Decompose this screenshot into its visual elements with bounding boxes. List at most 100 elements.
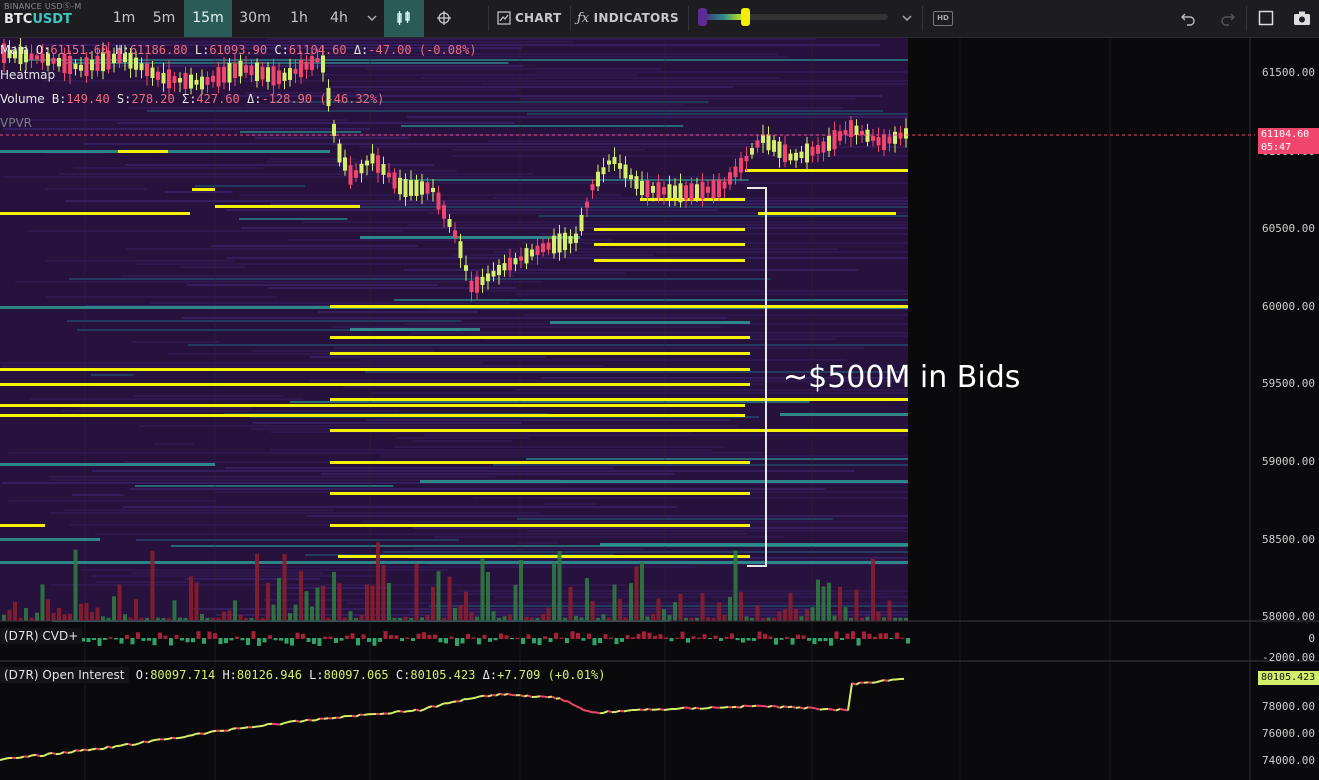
heatmap-band: [290, 401, 810, 403]
oi-segment: [287, 720, 293, 724]
volume-bar: [57, 607, 61, 621]
oi-segment: [131, 743, 137, 747]
candle: [425, 182, 430, 194]
cvd-bar: [262, 638, 267, 643]
candle: [541, 243, 545, 252]
heatmap-band: [216, 614, 908, 616]
teal-liquidity-band: [780, 413, 908, 416]
cvd-bar: [708, 638, 712, 640]
cvd-bar: [548, 638, 553, 643]
heatmap-band: [332, 326, 721, 328]
oi-segment: [63, 751, 69, 754]
timeframe-5m-button[interactable]: 5m: [146, 0, 182, 37]
slider-min-handle[interactable]: [698, 8, 707, 26]
cvd-bar: [653, 635, 657, 639]
cvd-bar: [543, 636, 547, 639]
chart-button[interactable]: CHART: [494, 0, 564, 37]
oi-segment: [19, 755, 25, 759]
cvd-bar: [328, 636, 333, 639]
cvd-bar: [499, 633, 503, 639]
oi-segment: [831, 708, 837, 712]
timeframe-30m-button[interactable]: 30m: [234, 0, 276, 37]
candle: [304, 61, 309, 70]
heatmap-band: [429, 605, 908, 607]
volume-bar: [200, 613, 204, 621]
volume-bar: [348, 611, 353, 621]
cvd-bar: [218, 638, 223, 645]
volume-bar: [112, 596, 116, 621]
cvd-bar: [587, 633, 591, 639]
cvd-bar: [565, 638, 569, 644]
teal-liquidity-band: [0, 463, 215, 466]
order-book-wall: [594, 228, 745, 231]
oi-segment: [415, 708, 421, 712]
camera-icon[interactable]: [1290, 0, 1314, 37]
oi-axis-label: 76000.00: [1262, 727, 1315, 740]
oi-delta: +7.709 (+0.01%): [497, 668, 606, 682]
volume-bar: [788, 592, 793, 621]
timeframe-15m-button[interactable]: 15m: [184, 0, 232, 37]
timeframe-1h-button[interactable]: 1h: [282, 0, 316, 37]
cvd-bar: [675, 637, 679, 639]
heatmap-label[interactable]: Heatmap: [0, 68, 55, 82]
oi-axis-label: 74000.00: [1262, 754, 1315, 767]
candle: [898, 132, 903, 139]
cvd-bar: [114, 638, 118, 640]
cvd-bar: [240, 638, 245, 641]
volume-bar: [585, 578, 589, 621]
candle: [722, 181, 727, 189]
candle: [458, 241, 463, 259]
main-ohlc-readout: Main O:61151.60 H:61186.80 L:61093.90 C:…: [0, 43, 477, 57]
hd-toggle-button[interactable]: HD: [933, 11, 953, 26]
timeframe-4h-button[interactable]: 4h: [322, 0, 356, 37]
cvd-bar: [394, 635, 399, 639]
cvd-bar: [867, 633, 872, 639]
oi-segment: [451, 700, 457, 704]
chevron-down-icon[interactable]: [360, 0, 384, 37]
cvd-bar: [774, 638, 778, 645]
cvd-bar: [207, 631, 212, 639]
candle: [436, 192, 441, 210]
volume-bar: [337, 583, 342, 621]
heatmap-intensity-slider[interactable]: [698, 8, 888, 26]
cvd-bar: [416, 633, 421, 639]
oi-segment: [151, 738, 157, 742]
vpvr-label[interactable]: VPVR: [0, 116, 32, 130]
cvd-bar: [636, 634, 641, 639]
cvd-bar: [103, 638, 107, 640]
redo-icon[interactable]: [1216, 0, 1240, 37]
oi-segment: [199, 732, 205, 735]
oi-segment: [231, 727, 237, 730]
candle: [271, 66, 276, 86]
order-book-wall: [594, 243, 745, 246]
candle: [546, 242, 551, 250]
heatmap-band: [74, 167, 264, 169]
oi-segment: [27, 754, 33, 758]
chevron-down-icon[interactable]: [897, 0, 917, 37]
oi-segment: [403, 710, 409, 713]
candles-icon[interactable]: [384, 0, 424, 37]
volume-bar: [552, 562, 556, 621]
volume-bar: [805, 609, 809, 621]
slider-max-handle[interactable]: [741, 8, 750, 26]
indicators-button[interactable]: ƒx INDICATORS: [576, 0, 680, 37]
cvd-bar: [757, 631, 762, 639]
cvd-bar: [152, 638, 157, 646]
square-icon[interactable]: [1254, 0, 1278, 37]
crosshair-icon[interactable]: [428, 0, 460, 37]
candle: [431, 187, 435, 193]
heatmap-band: [334, 347, 865, 349]
volume-bar: [519, 560, 523, 621]
candle: [882, 134, 886, 151]
oi-segment: [839, 708, 845, 711]
oi-segment: [51, 752, 57, 756]
volume-bar: [117, 584, 122, 621]
symbol-selector[interactable]: BINANCE USDⓈ-M BTCUSDT: [4, 3, 82, 27]
volume-bar: [222, 611, 226, 621]
undo-icon[interactable]: [1176, 0, 1200, 37]
timeframe-1m-button[interactable]: 1m: [107, 0, 141, 37]
cvd-pane-label[interactable]: (D7R) CVD+: [0, 628, 83, 644]
cvd-bar: [691, 636, 696, 639]
volume-bar: [755, 604, 760, 621]
heatmap-band: [544, 503, 597, 505]
